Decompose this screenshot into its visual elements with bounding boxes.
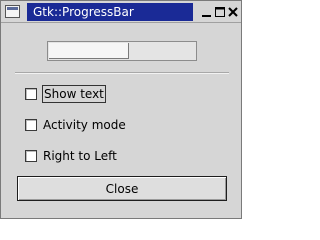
maximize-icon[interactable] (213, 5, 227, 19)
show-text-checkbox[interactable] (25, 88, 37, 100)
window-menu-icon[interactable] (5, 5, 20, 18)
progress-bar-fill (49, 43, 129, 59)
right-to-left-checkbox[interactable] (25, 150, 37, 162)
title-bar[interactable]: Gtk::ProgressBar (1, 1, 241, 23)
activity-mode-label: Activity mode (43, 118, 126, 132)
progressbar-window: Gtk::ProgressBar Show text Activity mode… (0, 0, 242, 219)
close-button-label: Close (105, 181, 139, 196)
minimize-icon[interactable] (200, 5, 214, 19)
show-text-label: Show text (42, 85, 106, 103)
close-button[interactable]: Close (17, 176, 227, 201)
right-to-left-checkbutton[interactable]: Right to Left (25, 148, 117, 164)
right-to-left-label: Right to Left (43, 149, 117, 163)
separator (15, 72, 229, 74)
activity-mode-checkbox[interactable] (25, 119, 37, 131)
window-title: Gtk::ProgressBar (27, 3, 193, 21)
activity-mode-checkbutton[interactable]: Activity mode (25, 117, 126, 133)
progress-bar (47, 41, 197, 61)
show-text-checkbutton[interactable]: Show text (25, 85, 106, 103)
close-window-icon[interactable] (226, 5, 240, 19)
